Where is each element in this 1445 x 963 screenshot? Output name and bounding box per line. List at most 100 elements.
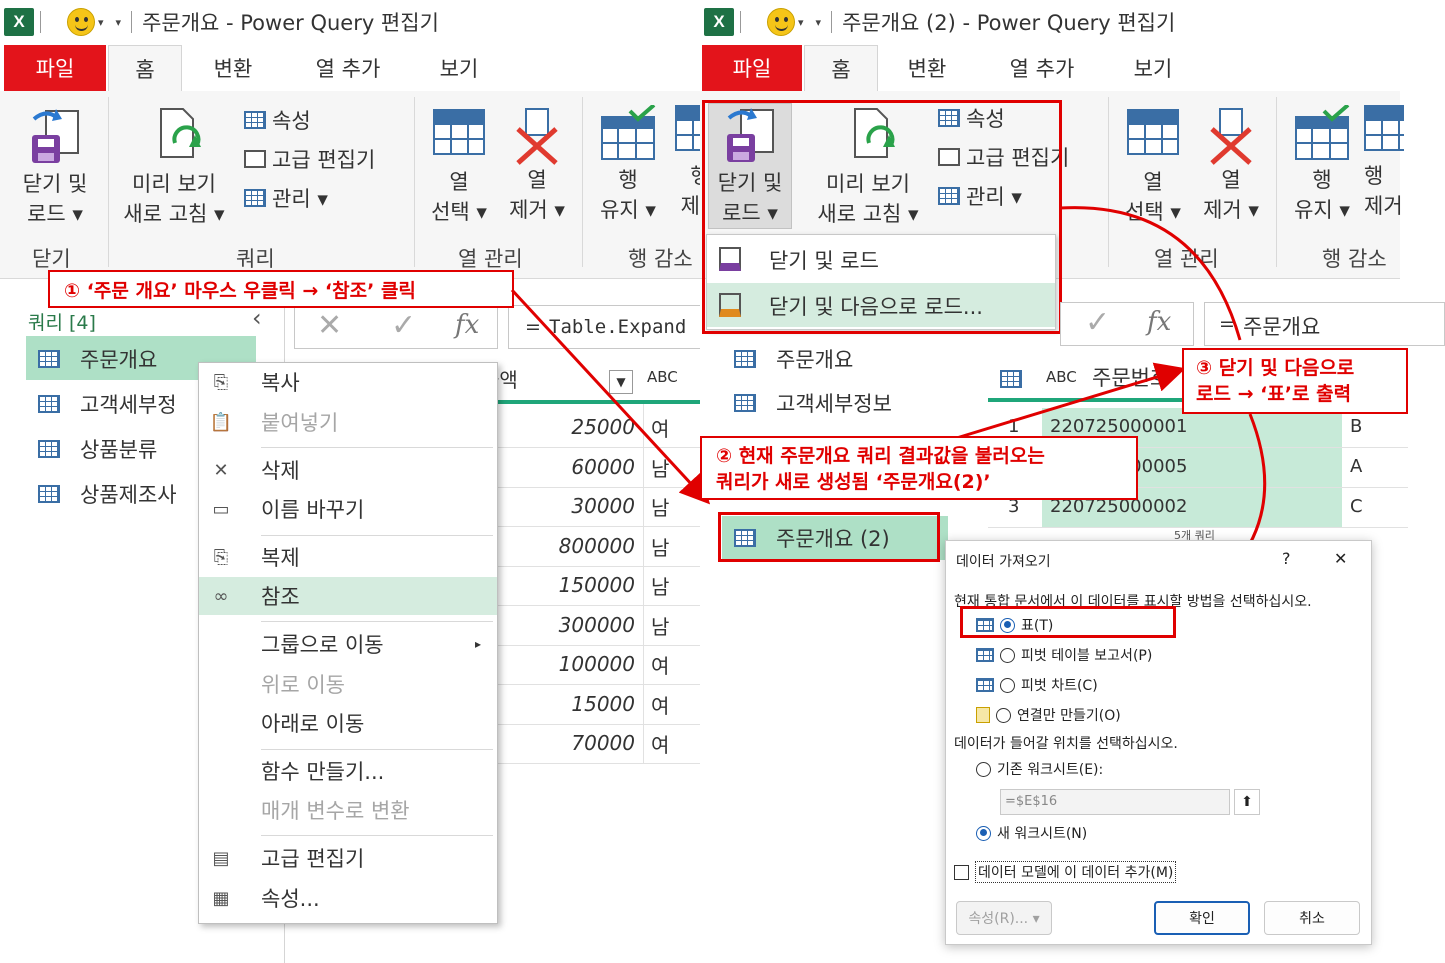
customize-toolbar-icon[interactable]: ▾ <box>116 16 122 29</box>
tab-transform[interactable]: 변환 <box>196 45 270 91</box>
tab-file[interactable]: 파일 <box>4 45 106 91</box>
select-columns-button[interactable]: 열 선택 ▾ <box>420 109 498 227</box>
tab-view[interactable]: 보기 <box>424 45 494 91</box>
fx-icon[interactable]: fx <box>455 310 479 340</box>
fx-icon[interactable]: fx <box>1147 307 1171 337</box>
radio-new-sheet[interactable] <box>976 825 991 841</box>
remove-rows-button[interactable]: 행 제거 <box>670 105 700 221</box>
cancel-button[interactable]: 취소 <box>1264 901 1360 935</box>
menu-item-3[interactable]: ▭ 이름 바꾸기 <box>199 490 497 528</box>
close-dialog-button[interactable]: ✕ <box>1334 549 1347 568</box>
cell-amount[interactable]: 150000 <box>559 573 635 597</box>
properties-button[interactable]: 속성 <box>244 105 311 135</box>
cell-code[interactable]: B <box>1350 416 1362 437</box>
table-menu-icon[interactable] <box>1000 370 1022 388</box>
cell-gender[interactable]: 남 <box>651 532 669 561</box>
quick-access-dropdown-icon[interactable]: ▾ <box>98 16 104 29</box>
copy-icon: ⎘ <box>213 371 229 393</box>
menu-item-11[interactable]: ▤ 고급 편집기 <box>199 839 497 877</box>
option-pivot-chart[interactable]: 피벗 차트(C) <box>976 675 1098 695</box>
data-model-checkbox[interactable] <box>954 864 969 880</box>
cell-code[interactable]: C <box>1350 496 1363 517</box>
cell-amount[interactable]: 100000 <box>559 652 635 676</box>
tab-file[interactable]: 파일 <box>702 45 802 91</box>
cell-amount[interactable]: 800000 <box>559 534 635 558</box>
keep-rows-button[interactable]: 행 유지 ▾ <box>1284 105 1360 225</box>
quick-access-dropdown-icon[interactable]: ▾ <box>798 16 804 29</box>
tab-home[interactable]: 홈 <box>804 45 878 91</box>
radio-pivot-table[interactable] <box>1000 647 1015 663</box>
cell-gender[interactable]: 여 <box>651 650 669 679</box>
smiley-feedback-icon[interactable] <box>67 8 95 36</box>
tab-view[interactable]: 보기 <box>1118 45 1188 91</box>
type-badge[interactable]: ABC <box>647 368 678 386</box>
commit-formula-icon[interactable]: ✓ <box>391 308 416 343</box>
group-separator <box>1276 97 1277 267</box>
cell-gender[interactable]: 남 <box>651 492 669 521</box>
menu-item-2[interactable]: ✕ 삭제 <box>199 451 497 489</box>
properties-dropdown-button[interactable]: 속성(R)... ▾ <box>956 901 1052 935</box>
preview-refresh-button[interactable]: 미리 보기 새로 고침 ▾ <box>112 105 236 229</box>
range-picker-button[interactable]: ⬆ <box>1234 789 1260 815</box>
cell-amount[interactable]: 70000 <box>571 731 635 755</box>
type-badge[interactable]: ABC <box>1046 368 1077 386</box>
remove-columns-button[interactable]: 열 제거 ▾ <box>1194 105 1268 225</box>
keep-rows-button[interactable]: 행 유지 ▾ <box>590 105 666 225</box>
cell-amount[interactable]: 300000 <box>559 613 635 637</box>
cell-gender[interactable]: 여 <box>651 690 669 719</box>
cell-amount[interactable]: 25000 <box>571 415 635 439</box>
smiley-feedback-icon[interactable] <box>767 8 795 36</box>
commit-formula-icon[interactable]: ✓ <box>1085 305 1110 340</box>
tab-add-column[interactable]: 열 추가 <box>992 45 1092 91</box>
menu-item-8[interactable]: 아래로 이동 <box>199 704 497 742</box>
menu-item-6[interactable]: 그룹으로 이동 ▸ <box>199 625 497 663</box>
cell-code[interactable]: A <box>1350 456 1362 477</box>
column-header-order-id[interactable]: 주문번호 <box>1092 362 1169 392</box>
column-filter-icon[interactable]: ▼ <box>609 370 633 394</box>
customize-toolbar-icon[interactable]: ▾ <box>816 16 822 29</box>
cell-amount[interactable]: 15000 <box>571 692 635 716</box>
query-item-customer-detail[interactable]: 고객세부정 <box>38 389 177 419</box>
cell-gender[interactable]: 남 <box>651 453 669 482</box>
option-new-sheet[interactable]: 새 워크시트(N) <box>976 823 1087 843</box>
cell-reference-input[interactable]: =$E$16 <box>1000 789 1230 815</box>
option-pivot-table[interactable]: 피벗 테이블 보고서(P) <box>976 645 1152 665</box>
radio-pivot-chart[interactable] <box>1000 677 1015 693</box>
cell-gender[interactable]: 남 <box>651 611 669 640</box>
query-item-customer-detail[interactable]: 고객세부정보 <box>734 388 892 418</box>
query-item-order-summary[interactable]: 주문개요 <box>38 344 157 374</box>
menu-item-5[interactable]: ∞ 참조 <box>199 577 497 615</box>
tab-home[interactable]: 홈 <box>108 45 182 91</box>
menu-item-9[interactable]: 함수 만들기... <box>199 752 497 790</box>
option-connection-only[interactable]: 연결만 만들기(O) <box>976 705 1121 725</box>
advanced-editor-button[interactable]: 고급 편집기 <box>244 144 375 174</box>
cell-gender[interactable]: 여 <box>651 413 669 442</box>
cell-gender[interactable]: 여 <box>651 729 669 758</box>
select-columns-button[interactable]: 열 선택 ▾ <box>1114 109 1192 227</box>
cell-amount[interactable]: 60000 <box>571 455 635 479</box>
help-button[interactable]: ? <box>1282 549 1291 568</box>
radio-connection-only[interactable] <box>996 707 1011 723</box>
formula-input[interactable]: = Table.Expand <box>508 305 700 349</box>
query-item-order-summary[interactable]: 주문개요 <box>734 344 853 374</box>
manage-button[interactable]: 관리 ▾ <box>244 183 328 213</box>
data-model-checkbox-row[interactable]: 데이터 모델에 이 데이터 추가(M) <box>954 861 1177 883</box>
option-existing-sheet[interactable]: 기존 워크시트(E): <box>976 759 1103 779</box>
menu-item-0[interactable]: ⎘ 복사 <box>199 363 497 401</box>
collapse-pane-icon[interactable]: ‹ <box>252 304 262 332</box>
cell-amount[interactable]: 30000 <box>571 494 635 518</box>
cancel-formula-icon[interactable]: ✕ <box>317 308 342 343</box>
tab-add-column[interactable]: 열 추가 <box>298 45 398 91</box>
formula-input[interactable]: = 주문개요 <box>1204 302 1445 346</box>
menu-item-4[interactable]: ⎘ 복제 <box>199 538 497 576</box>
cell-gender[interactable]: 남 <box>651 571 669 600</box>
close-and-load-button[interactable]: 닫기 및 로드 ▾ <box>10 105 100 229</box>
menu-item-12[interactable]: ▦ 속성... <box>199 879 497 917</box>
tab-transform[interactable]: 변환 <box>890 45 964 91</box>
query-item-product-category[interactable]: 상품분류 <box>38 434 157 464</box>
remove-rows-button[interactable]: 행 제거 <box>1364 105 1404 221</box>
query-item-product-maker[interactable]: 상품제조사 <box>38 479 177 509</box>
radio-existing-sheet[interactable] <box>976 761 991 777</box>
remove-columns-button[interactable]: 열 제거 ▾ <box>500 105 574 225</box>
ok-button[interactable]: 확인 <box>1154 901 1250 935</box>
